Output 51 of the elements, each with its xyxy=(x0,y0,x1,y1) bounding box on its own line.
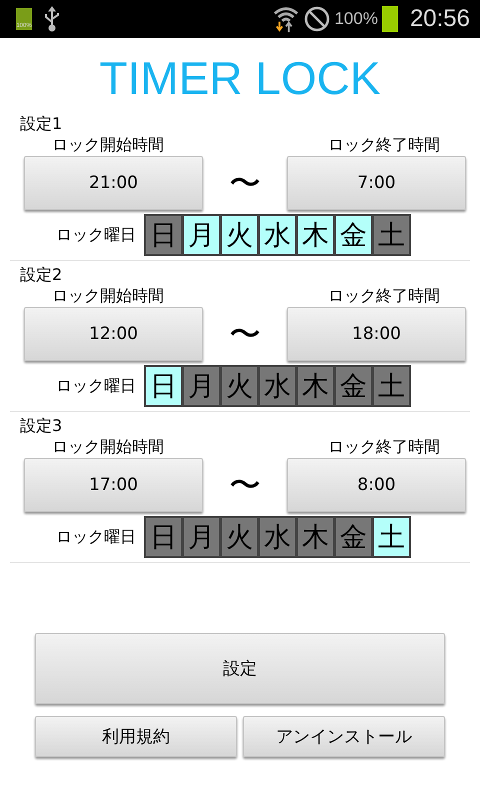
start-time-button[interactable]: 17:00 xyxy=(24,458,203,512)
end-time-button[interactable]: 7:00 xyxy=(287,156,466,210)
lock-days-label: ロック曜日 xyxy=(56,224,136,246)
weekday-toggle[interactable]: 月 xyxy=(182,365,221,407)
setting-label: 設定1 xyxy=(19,113,64,134)
action-button[interactable]: アンインストール xyxy=(243,716,445,757)
weekday-toggle[interactable]: 土 xyxy=(372,516,411,558)
weekday-toggle[interactable]: 金 xyxy=(334,516,373,558)
weekday-toggle[interactable]: 水 xyxy=(258,516,297,558)
weekday-toggle[interactable]: 月 xyxy=(182,214,221,256)
action-button[interactable]: 利用規約 xyxy=(35,716,237,757)
tilde-separator: 〜 xyxy=(228,163,262,203)
weekday-toggle[interactable]: 土 xyxy=(372,365,411,407)
save-button[interactable]: 設定 xyxy=(35,633,445,704)
usb-icon xyxy=(42,6,62,32)
lock-days-label: ロック曜日 xyxy=(56,376,136,396)
end-time-label: ロック終了時間 xyxy=(328,134,440,156)
start-time-button[interactable]: 12:00 xyxy=(24,307,203,361)
weekday-toggle[interactable]: 火 xyxy=(220,214,259,256)
weekday-toggle[interactable]: 木 xyxy=(296,516,335,558)
setting-label: 設定2 xyxy=(19,264,64,285)
weekday-toggle[interactable]: 火 xyxy=(220,516,259,558)
end-time-button[interactable]: 18:00 xyxy=(287,307,466,361)
weekday-toggle[interactable]: 土 xyxy=(372,214,411,256)
weekday-toggle[interactable]: 日 xyxy=(144,365,183,407)
end-time-label: ロック終了時間 xyxy=(328,285,440,307)
start-time-label: ロック開始時間 xyxy=(52,285,164,307)
weekday-toggle[interactable]: 月 xyxy=(182,516,221,558)
clock: 20:56 xyxy=(410,5,470,33)
weekday-toggle[interactable]: 日 xyxy=(144,516,183,558)
start-time-button[interactable]: 21:00 xyxy=(24,156,203,210)
weekday-toggle[interactable]: 木 xyxy=(296,365,335,407)
tilde-separator: 〜 xyxy=(228,314,262,354)
battery-icon xyxy=(382,6,398,32)
weekday-toggle[interactable]: 金 xyxy=(334,365,373,407)
end-time-label: ロック終了時間 xyxy=(328,436,440,458)
weekday-toggle[interactable]: 日 xyxy=(144,214,183,256)
start-time-label: ロック開始時間 xyxy=(52,134,164,156)
weekday-toggle[interactable]: 金 xyxy=(334,214,373,256)
start-time-label: ロック開始時間 xyxy=(52,436,164,458)
tilde-separator: 〜 xyxy=(228,465,262,505)
weekday-toggle[interactable]: 水 xyxy=(258,214,297,256)
weekday-toggle[interactable]: 火 xyxy=(220,365,259,407)
battery-percent: 100% xyxy=(334,9,378,29)
setting-label: 設定3 xyxy=(19,415,64,436)
end-time-button[interactable]: 8:00 xyxy=(287,458,466,512)
do-not-disturb-icon xyxy=(304,6,330,32)
app-title: TIMER LOCK xyxy=(98,52,382,104)
weekday-toggle[interactable]: 水 xyxy=(258,365,297,407)
lock-days-label: ロック曜日 xyxy=(56,526,136,548)
weekday-toggle[interactable]: 木 xyxy=(296,214,335,256)
